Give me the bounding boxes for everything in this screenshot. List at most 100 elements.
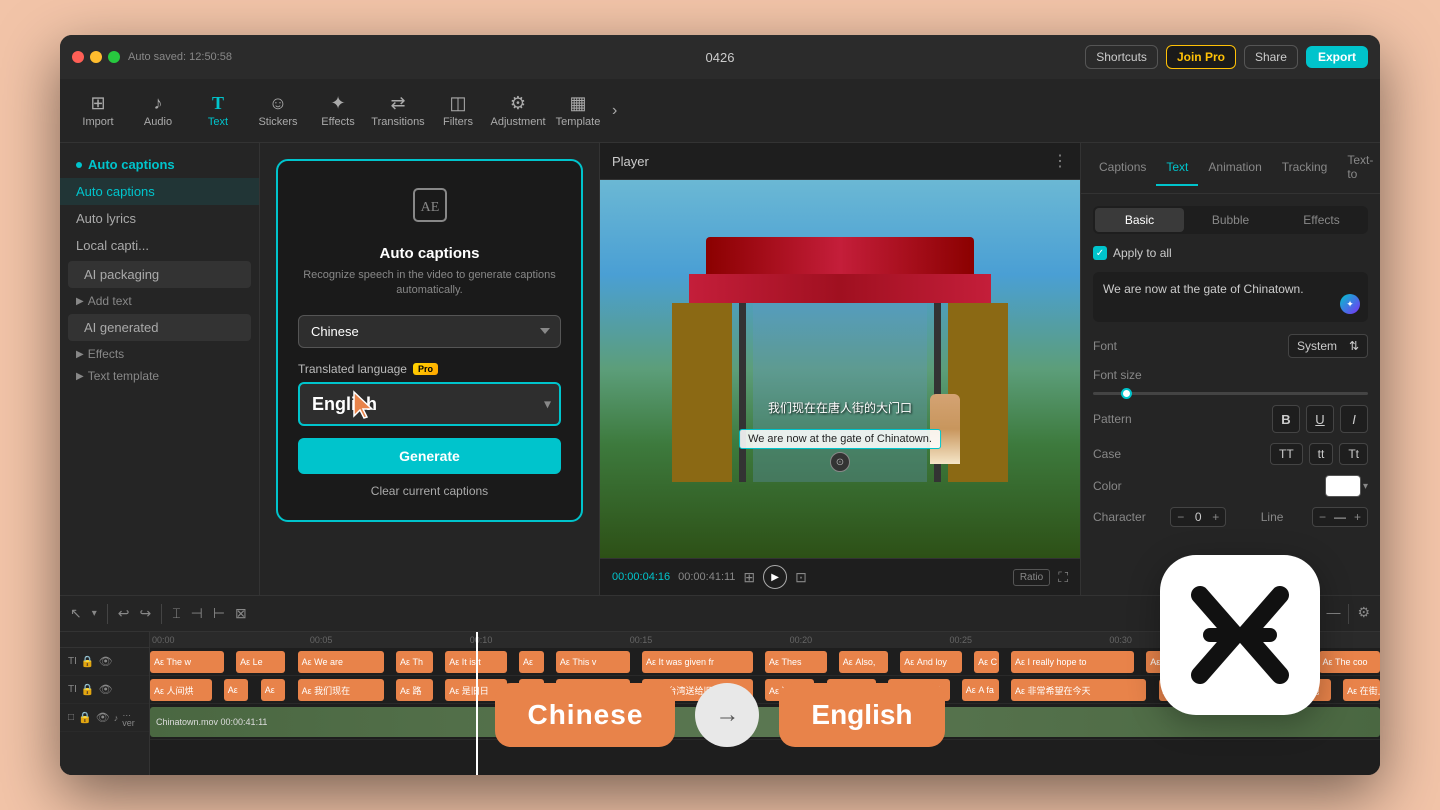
tab-text-to[interactable]: Text-to xyxy=(1337,143,1380,193)
case-upper[interactable]: TT xyxy=(1270,443,1303,465)
play-button[interactable]: ▶ xyxy=(763,565,787,589)
clip-1-11[interactable]: Aε And loy xyxy=(900,651,962,673)
clip-2-12[interactable]: Aε 还有恩考 xyxy=(888,679,950,701)
character-increment[interactable]: + xyxy=(1212,510,1219,524)
clip-2-7[interactable]: Aε xyxy=(519,679,544,701)
font-size-slider[interactable] xyxy=(1093,392,1368,395)
eye-icon-v[interactable]: 👁 xyxy=(96,711,110,724)
clip-2-10[interactable]: Aε 这四 xyxy=(765,679,814,701)
nav-text-template[interactable]: ▶ Text template xyxy=(60,365,259,387)
style-tab-basic[interactable]: Basic xyxy=(1095,208,1184,232)
screenshot-icon[interactable]: ⊡ xyxy=(795,569,807,586)
grid-icon[interactable]: ⊞ xyxy=(743,569,755,586)
nav-effects[interactable]: ▶ Effects xyxy=(60,343,259,365)
player-menu-icon[interactable]: ⋮ xyxy=(1052,151,1068,171)
clip-1-8[interactable]: Aε It was given fr xyxy=(642,651,753,673)
tab-animation[interactable]: Animation xyxy=(1198,150,1271,186)
tool-stickers[interactable]: ☺ Stickers xyxy=(248,85,308,137)
minus-icon[interactable]: — xyxy=(1326,604,1340,624)
close-button[interactable] xyxy=(72,51,84,63)
export-button[interactable]: Export xyxy=(1306,46,1368,68)
trim-end-tool[interactable]: ⊢ xyxy=(213,605,225,622)
lock-icon-1[interactable]: 🔒 xyxy=(81,655,95,668)
clip-2-18[interactable]: Aε 在街上品 xyxy=(1343,679,1380,701)
character-decrement[interactable]: − xyxy=(1177,510,1184,524)
share-button[interactable]: Share xyxy=(1244,45,1298,69)
tool-effects[interactable]: ✦ Effects xyxy=(308,85,368,137)
clip-2-3[interactable]: Aε xyxy=(261,679,286,701)
shortcuts-button[interactable]: Shortcuts xyxy=(1085,45,1158,69)
join-pro-button[interactable]: Join Pro xyxy=(1166,45,1236,69)
nav-auto-lyrics[interactable]: Auto lyrics xyxy=(60,205,259,232)
clip-2-4[interactable]: Aε 我们现在 xyxy=(298,679,384,701)
select-tool[interactable]: ↖ xyxy=(70,605,82,622)
nav-add-text[interactable]: ▶ Add text xyxy=(60,290,259,312)
clip-2-14[interactable]: Aε 非常希望在今天 xyxy=(1011,679,1146,701)
style-tab-bubble[interactable]: Bubble xyxy=(1186,208,1275,232)
italic-button[interactable]: I xyxy=(1340,405,1368,433)
style-tab-effects[interactable]: Effects xyxy=(1277,208,1366,232)
clear-captions-button[interactable]: Clear current captions xyxy=(298,484,561,498)
underline-button[interactable]: U xyxy=(1306,405,1334,433)
clip-1-7[interactable]: Aε This v xyxy=(556,651,630,673)
tool-adjustment[interactable]: ⚙ Adjustment xyxy=(488,85,548,137)
eye-icon-1[interactable]: 👁 xyxy=(99,655,113,668)
maximize-button[interactable] xyxy=(108,51,120,63)
clip-1-6[interactable]: Aε xyxy=(519,651,544,673)
clip-2-8[interactable]: Aε 这个身 xyxy=(556,679,630,701)
clip-2-2[interactable]: Aε xyxy=(224,679,249,701)
translate-language-select[interactable]: English Chinese Spanish xyxy=(298,382,561,426)
playhead[interactable] xyxy=(476,632,478,775)
nav-auto-captions-header[interactable]: Auto captions xyxy=(60,151,259,178)
trim-start-tool[interactable]: ⊣ xyxy=(191,605,203,622)
tool-transitions[interactable]: ⇄ Transitions xyxy=(368,85,428,137)
apply-all-checkbox[interactable]: ✓ xyxy=(1093,246,1107,260)
clip-1-2[interactable]: Aε Le xyxy=(236,651,285,673)
tab-captions[interactable]: Captions xyxy=(1089,150,1156,186)
settings-icon[interactable]: ⚙ xyxy=(1357,604,1370,624)
color-swatch[interactable] xyxy=(1325,475,1361,497)
clip-1-3[interactable]: Aε We are xyxy=(298,651,384,673)
audio-icon-v[interactable]: ♪ xyxy=(114,713,119,723)
nav-ai-packaging[interactable]: AI packaging xyxy=(68,261,251,288)
undo-button[interactable]: ↩ xyxy=(118,605,130,622)
clip-1-9[interactable]: Aε Thes xyxy=(765,651,827,673)
case-lower[interactable]: tt xyxy=(1309,443,1334,465)
clip-2-13[interactable]: Aε A fa xyxy=(962,679,999,701)
clip-1-10[interactable]: Aε Also, xyxy=(839,651,888,673)
lock-icon-2[interactable]: 🔒 xyxy=(81,683,95,696)
redo-button[interactable]: ↪ xyxy=(140,605,152,622)
minimize-button[interactable] xyxy=(90,51,102,63)
fullscreen-icon[interactable]: ⛶ xyxy=(1058,569,1068,586)
caption-drag-handle[interactable]: ⊙ xyxy=(830,452,850,472)
font-size-thumb[interactable] xyxy=(1121,388,1132,399)
tool-template[interactable]: ▦ Template xyxy=(548,85,608,137)
line-increment[interactable]: + xyxy=(1354,510,1361,524)
tab-tracking[interactable]: Tracking xyxy=(1272,150,1338,186)
bold-button[interactable]: B xyxy=(1272,405,1300,433)
clip-1-4[interactable]: Aε Th xyxy=(396,651,433,673)
clip-2-1[interactable]: Aε 人间烘 xyxy=(150,679,212,701)
clip-2-11[interactable]: Aε 也在 xyxy=(827,679,876,701)
clip-1-13[interactable]: Aε I really hope to xyxy=(1011,651,1134,673)
language-select[interactable]: Chinese English Japanese xyxy=(298,315,561,348)
clip-1-1[interactable]: Aε The w xyxy=(150,651,224,673)
lock-icon-v[interactable]: 🔒 xyxy=(78,711,92,724)
nav-ai-generated[interactable]: AI generated xyxy=(68,314,251,341)
ai-icon[interactable]: ✦ xyxy=(1340,294,1360,314)
case-title[interactable]: Tt xyxy=(1339,443,1368,465)
tab-text[interactable]: Text xyxy=(1156,150,1198,186)
toolbar-more-icon[interactable]: › xyxy=(612,102,617,120)
delete-tool[interactable]: ⊠ xyxy=(235,605,247,622)
clip-2-5[interactable]: Aε 路 xyxy=(396,679,433,701)
generate-button[interactable]: Generate xyxy=(298,438,561,474)
nav-auto-captions[interactable]: Auto captions xyxy=(60,178,259,205)
clip-2-9[interactable]: Aε 是台湾送给旧金 xyxy=(642,679,753,701)
clip-1-12[interactable]: Aε C xyxy=(974,651,999,673)
split-tool[interactable]: ⌶ xyxy=(172,605,180,622)
clip-1-16[interactable]: Aε The coo xyxy=(1319,651,1381,673)
select-dropdown[interactable]: ▾ xyxy=(92,608,97,619)
nav-local-captions[interactable]: Local capti... xyxy=(60,232,259,259)
line-decrement[interactable]: − xyxy=(1319,510,1326,524)
tool-filters[interactable]: ◫ Filters xyxy=(428,85,488,137)
